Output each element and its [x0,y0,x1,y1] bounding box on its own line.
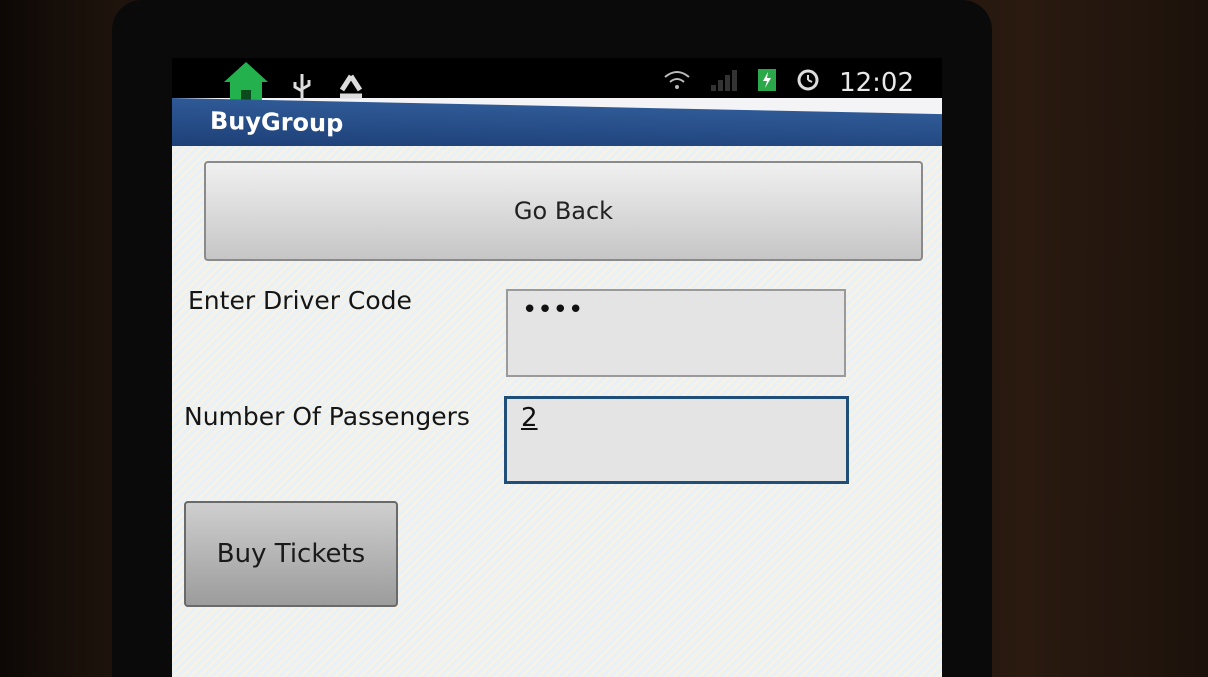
wifi-icon [663,68,691,98]
status-bar: 12:02 [172,58,942,104]
alarm-icon [795,66,821,99]
driver-code-field[interactable]: •••• [506,289,846,377]
passengers-label: Number Of Passengers [184,402,470,431]
status-time: 12:02 [839,67,914,98]
go-back-button[interactable]: Go Back [204,161,923,261]
app-title: BuyGroup [210,106,344,138]
passengers-field[interactable]: 2 [504,396,849,484]
buy-tickets-button[interactable]: Buy Tickets [184,501,398,607]
battery-charging-icon [757,66,777,99]
phone-screen: 12:02 BuyGroup Go Back Enter Driver Code… [172,58,942,677]
signal-icon [709,68,739,98]
content-area: Go Back Enter Driver Code •••• Number Of… [172,146,942,677]
driver-code-label: Enter Driver Code [188,286,412,315]
